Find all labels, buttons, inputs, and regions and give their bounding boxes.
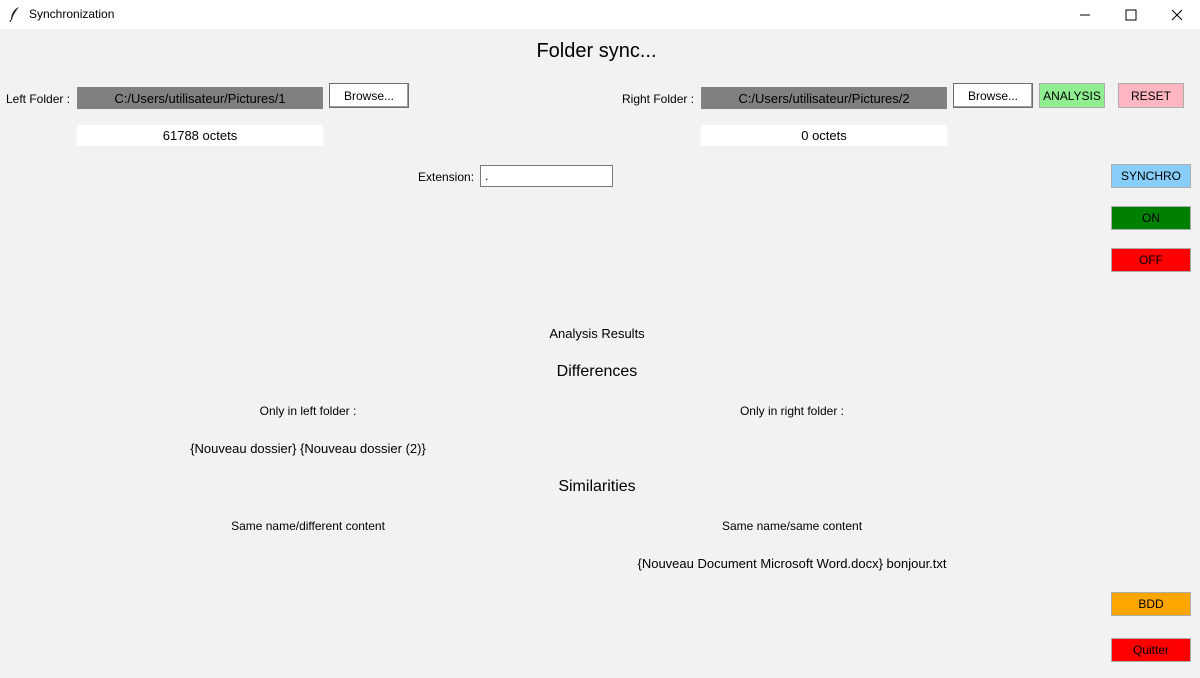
left-folder-label: Left Folder : — [6, 92, 71, 106]
extension-label: Extension: — [418, 170, 475, 184]
title-bar: Synchronization — [0, 0, 1200, 29]
quit-button[interactable]: Quitter — [1111, 638, 1191, 662]
feather-icon — [8, 6, 22, 23]
same-name-different-label: Same name/different content — [231, 519, 385, 533]
same-name-same-label: Same name/same content — [721, 519, 863, 533]
left-folder-size: 61788 octets — [77, 125, 323, 146]
reset-button[interactable]: RESET — [1118, 83, 1184, 108]
right-browse-button[interactable]: Browse... — [953, 83, 1033, 108]
left-folder-path: C:/Users/utilisateur/Pictures/1 — [77, 87, 323, 109]
same-name-same-value: {Nouveau Document Microsoft Word.docx} b… — [637, 556, 947, 571]
close-button[interactable] — [1154, 0, 1200, 29]
bdd-button[interactable]: BDD — [1111, 592, 1191, 616]
page-title: Folder sync... — [536, 40, 657, 62]
main-content: Folder sync... Left Folder : C:/Users/ut… — [0, 29, 1200, 678]
right-folder-label: Right Folder : — [622, 92, 695, 106]
minimize-icon — [1079, 9, 1091, 21]
similarities-title: Similarities — [558, 478, 636, 495]
maximize-icon — [1125, 9, 1137, 21]
off-button[interactable]: OFF — [1111, 248, 1191, 272]
close-icon — [1171, 9, 1183, 21]
left-browse-button[interactable]: Browse... — [329, 83, 409, 108]
window-title: Synchronization — [29, 7, 115, 21]
maximize-button[interactable] — [1108, 0, 1154, 29]
only-left-value: {Nouveau dossier} {Nouveau dossier (2)} — [190, 441, 426, 456]
analysis-button[interactable]: ANALYSIS — [1039, 83, 1105, 108]
only-right-label: Only in right folder : — [739, 404, 845, 418]
right-folder-path: C:/Users/utilisateur/Pictures/2 — [701, 87, 947, 109]
minimize-button[interactable] — [1062, 0, 1108, 29]
on-button[interactable]: ON — [1111, 206, 1191, 230]
only-left-label: Only in left folder : — [259, 404, 357, 418]
extension-input[interactable]: . — [480, 165, 613, 187]
analysis-results-title: Analysis Results — [549, 326, 645, 341]
right-folder-size: 0 octets — [701, 125, 947, 146]
differences-title: Differences — [556, 363, 638, 380]
synchro-button[interactable]: SYNCHRO — [1111, 164, 1191, 188]
